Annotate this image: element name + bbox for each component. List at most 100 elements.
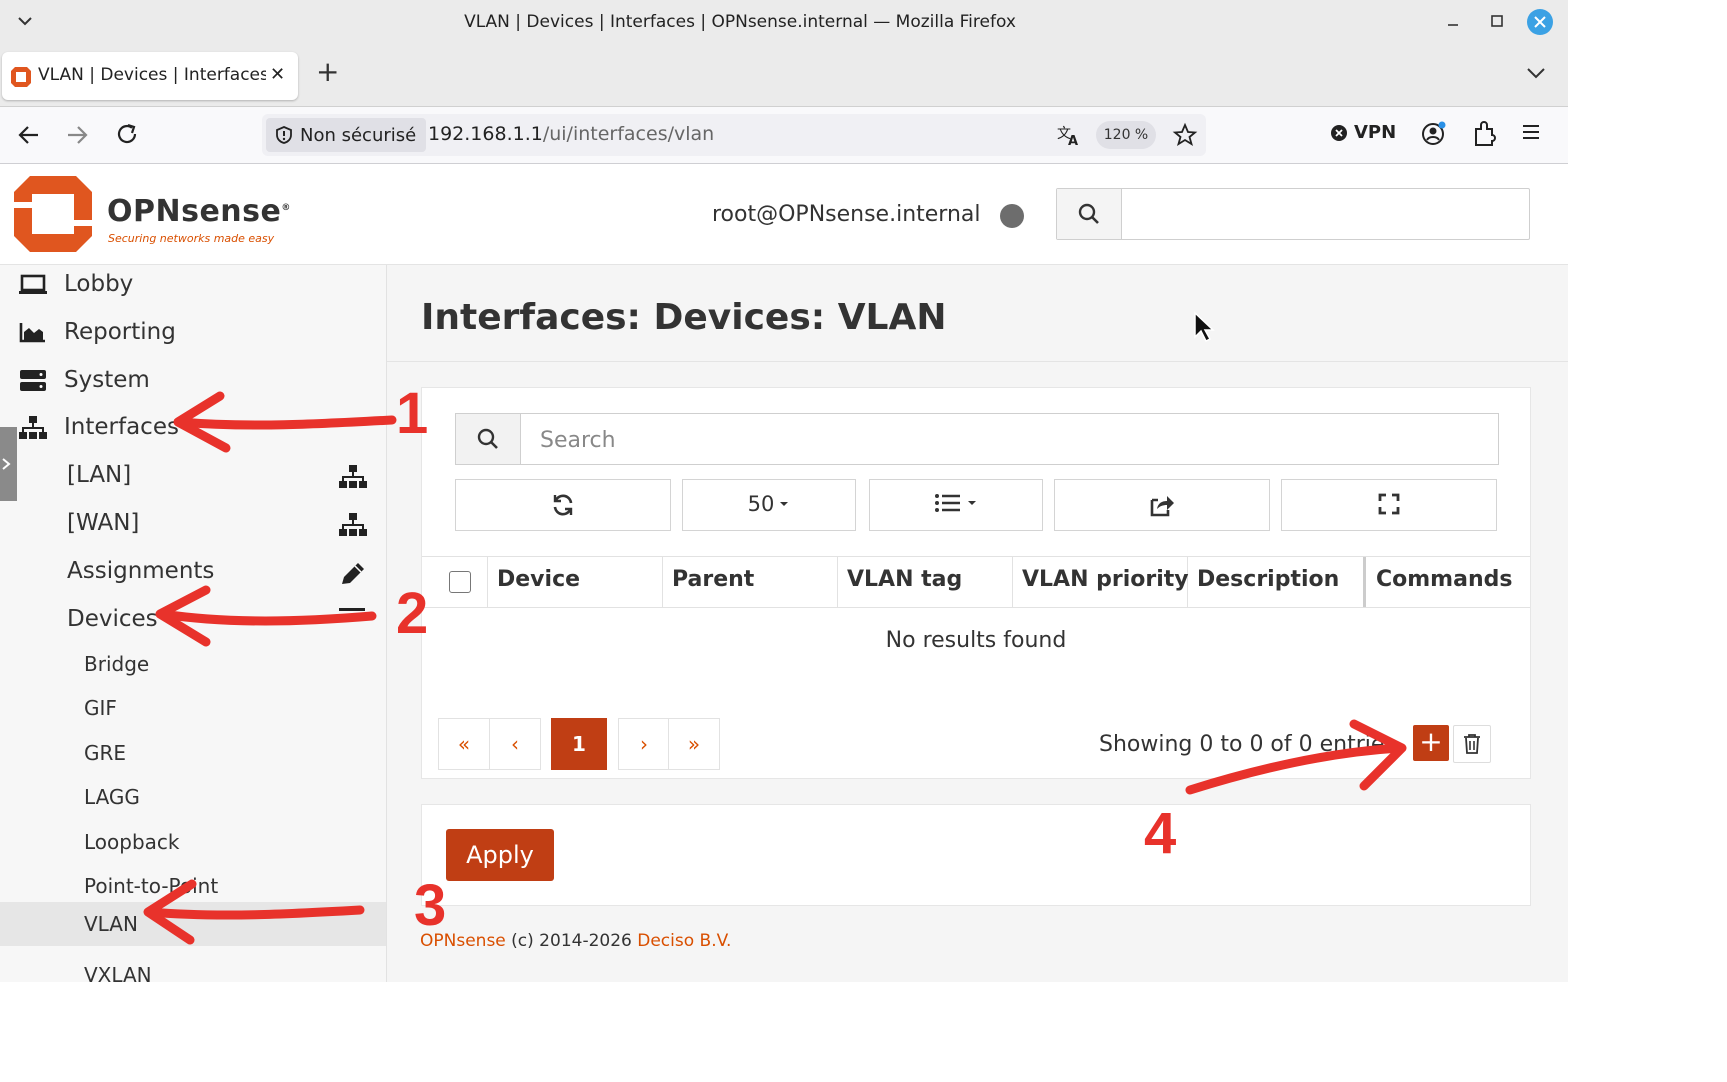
url-bar[interactable]: Non sécurisé 192.168.1.1/ui/interfaces/v… [262,114,1206,156]
sidebar-item-label: VXLAN [84,963,152,987]
first-page-button[interactable]: « [438,718,490,770]
window-title: VLAN | Devices | Interfaces | OPNsense.i… [464,12,1016,32]
grid-header-row: Device Parent VLAN tag VLAN priority Des… [422,556,1530,608]
page-footer: OPNsense (c) 2014-2026 Deciso B.V. [420,931,731,951]
sidebar-item-lagg[interactable]: LAGG [0,777,386,821]
select-all-checkbox[interactable] [449,571,471,593]
page-size-dropdown[interactable]: 50 [682,479,856,531]
opnsense-logo-icon[interactable] [12,174,94,254]
sidebar-item-label: Assignments [67,558,215,584]
sidebar-item-gif[interactable]: GIF [0,688,386,732]
caret-down-icon [968,501,976,505]
close-window-icon[interactable] [1527,9,1553,35]
sidebar-item-bridge[interactable]: Bridge [0,644,386,688]
refresh-button[interactable] [455,479,671,531]
sidebar-item-loopback[interactable]: Loopback [0,822,386,866]
apply-button[interactable]: Apply [446,829,554,881]
annotation-number-4: 4 [1144,801,1177,866]
forward-arrow-icon[interactable] [64,122,90,148]
brand-text: OPNsense [107,194,282,229]
sidebar-item-assignments[interactable]: Assignments [0,552,386,596]
reload-icon[interactable] [114,121,140,147]
current-page-button[interactable]: 1 [551,718,607,770]
translate-icon[interactable]: 文A [1056,123,1082,147]
list-all-tabs-icon[interactable] [1526,66,1546,80]
share-export-icon [1150,496,1174,517]
deciso-footer-link[interactable]: Deciso B.V. [637,931,731,951]
account-icon[interactable] [1420,119,1448,147]
back-arrow-icon[interactable] [16,122,42,148]
sidebar-item-wan[interactable]: [WAN] [0,504,386,548]
status-indicator-dot[interactable] [1000,204,1024,228]
search-input[interactable] [522,414,1512,466]
sidebar-item-reporting[interactable]: Reporting [0,313,386,357]
column-chooser-dropdown[interactable] [869,479,1043,531]
sidebar-item-vlan[interactable]: VLAN [0,902,386,946]
minimize-icon[interactable] [1444,12,1462,30]
browser-tab[interactable]: VLAN | Devices | Interfaces | ✕ [2,52,298,100]
sidebar-collapse-handle[interactable] [0,427,17,501]
list-icon [338,608,368,634]
fullscreen-icon [1378,493,1400,515]
sidebar-item-label: Point-to-Point [84,874,219,898]
zoom-level-badge[interactable]: 120 % [1096,121,1156,149]
grid-search[interactable] [455,413,1512,466]
hamburger-menu-icon[interactable] [1520,121,1542,143]
column-header-device[interactable]: Device [487,557,663,607]
delete-selected-button[interactable] [1453,725,1491,763]
sidebar-item-system[interactable]: System [0,361,386,405]
column-header-label: Commands [1376,567,1513,592]
bookmark-star-icon[interactable] [1172,122,1198,148]
sidebar-item-label: LAGG [84,785,140,809]
trash-icon [1464,734,1480,754]
add-vlan-button[interactable]: + [1413,725,1449,761]
column-header-label: Device [497,567,581,592]
sidebar-item-vxlan[interactable]: VXLAN [0,955,386,999]
entries-summary: Showing 0 to 0 of 0 entries [1099,732,1396,757]
sidebar-item-interfaces[interactable]: Interfaces [0,408,386,452]
export-button[interactable] [1054,479,1270,531]
sidebar-item-label: Devices [67,606,158,632]
sidebar-item-label: VLAN [84,912,138,936]
search-icon [477,428,498,449]
column-header-vlan-tag[interactable]: VLAN tag [837,557,1013,607]
url-text[interactable]: 192.168.1.1/ui/interfaces/vlan [428,123,714,145]
vlan-grid-panel: 50 Device Parent VLAN tag VLAN priority … [421,387,1531,779]
column-header-commands: Commands [1366,557,1530,607]
column-header-parent[interactable]: Parent [662,557,838,607]
connection-security-badge[interactable]: Non sécurisé [266,118,427,152]
column-header-vlan-priority[interactable]: VLAN priority [1012,557,1189,607]
global-search-button[interactable] [1057,189,1122,239]
tab-close-icon[interactable]: ✕ [270,64,285,85]
annotation-number-1: 1 [396,381,429,446]
vpn-status-icon [1330,124,1348,142]
extensions-puzzle-icon[interactable] [1472,119,1498,147]
previous-page-button[interactable]: ‹ [489,718,541,770]
sidebar-item-label: GIF [84,696,117,720]
column-header-description[interactable]: Description [1187,557,1366,607]
vpn-button[interactable]: VPN [1330,122,1396,143]
annotation-number-3: 3 [414,873,447,938]
sitemap-icon [18,415,48,441]
user-host-label[interactable]: root@OPNsense.internal [712,202,981,227]
sidebar-item-lan[interactable]: [LAN] [0,456,386,500]
column-header-label: VLAN tag [847,567,963,592]
sidebar-item-gre[interactable]: GRE [0,733,386,777]
search-icon [1078,203,1099,224]
sidebar-item-label: Bridge [84,652,150,676]
maximize-icon[interactable] [1488,12,1506,30]
fullscreen-button[interactable] [1281,479,1497,531]
global-search[interactable] [1056,188,1530,240]
sidebar-item-lobby[interactable]: Lobby [0,265,386,309]
next-page-button[interactable]: › [618,718,670,770]
new-tab-icon[interactable]: + [316,58,339,86]
server-icon [18,368,48,394]
page-title: Interfaces: Devices: VLAN [421,297,947,338]
column-header-label: Description [1197,567,1340,592]
sidebar-item-devices[interactable]: Devices [0,600,386,644]
page-size-value: 50 [747,492,775,516]
empty-grid-message: No results found [885,628,1067,653]
opnsense-favicon-icon [10,66,32,88]
opnsense-header: OPNsense® Securing networks made easy ro… [0,164,1568,265]
last-page-button[interactable]: » [668,718,720,770]
